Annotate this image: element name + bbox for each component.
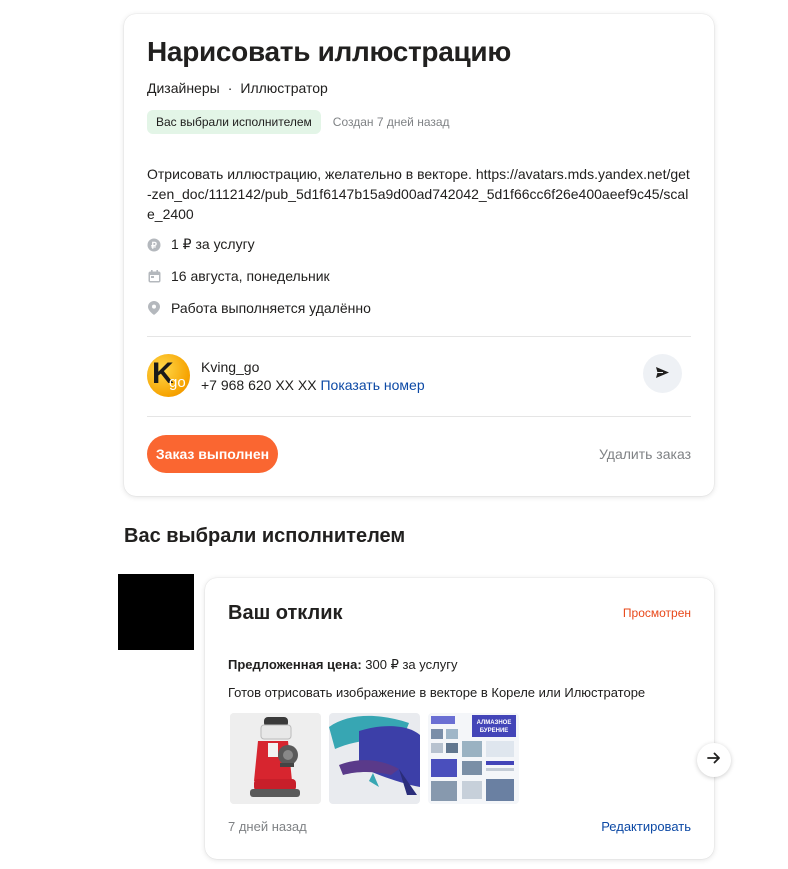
reply-price-value: 300 ₽ за услугу xyxy=(361,657,458,672)
reply-price: Предложенная цена: 300 ₽ за услугу xyxy=(228,657,457,673)
order-title: Нарисовать иллюстрацию xyxy=(147,36,511,67)
order-categories: Дизайнеры · Иллюстратор xyxy=(147,80,328,96)
redacted-image xyxy=(118,574,194,650)
reply-price-label: Предложенная цена: xyxy=(228,657,362,672)
order-done-button[interactable]: Заказ выполнен xyxy=(147,435,278,473)
category-separator: · xyxy=(227,80,233,96)
portfolio-thumb-3[interactable]: АЛМАЗНОЕ БУРЕНИЕ xyxy=(428,713,519,804)
avatar-small-text: go xyxy=(169,374,186,391)
created-date: Создан 7 дней назад xyxy=(332,115,450,129)
price-row: ₽ 1 ₽ за услугу xyxy=(147,236,255,253)
customer-phone: +7 968 620 XX XX xyxy=(201,377,317,393)
portfolio-thumb-2[interactable] xyxy=(329,713,420,804)
date-text: 16 августа, понедельник xyxy=(171,268,330,284)
category-designers[interactable]: Дизайнеры xyxy=(147,80,220,96)
ruble-icon: ₽ xyxy=(147,238,161,252)
reply-card: Ваш отклик Просмотрен Предложенная цена:… xyxy=(205,578,714,859)
section-title: Вас выбрали исполнителем xyxy=(124,525,406,547)
order-meta: Вас выбрали исполнителем Создан 7 дней н… xyxy=(147,110,450,134)
svg-text:АЛМАЗНОЕ: АЛМАЗНОЕ xyxy=(477,720,512,726)
thumbs-next-button[interactable] xyxy=(697,743,731,777)
delete-order-link[interactable]: Удалить заказ xyxy=(599,446,691,462)
divider-bottom xyxy=(147,416,691,417)
customer-phone-row: +7 968 620 XX XX Показать номер xyxy=(201,377,425,393)
customer-avatar[interactable]: K go xyxy=(147,354,190,397)
date-row: 16 августа, понедельник xyxy=(147,268,330,284)
send-message-button[interactable] xyxy=(643,354,682,393)
location-pin-icon xyxy=(147,301,161,315)
order-card: Нарисовать иллюстрацию Дизайнеры · Иллюс… xyxy=(124,14,714,496)
location-text: Работа выполняется удалённо xyxy=(171,300,371,316)
price-text: 1 ₽ за услугу xyxy=(171,236,255,252)
edit-reply-link[interactable]: Редактировать xyxy=(601,819,691,834)
customer-name[interactable]: Kving_go xyxy=(201,359,259,375)
category-illustrator[interactable]: Иллюстратор xyxy=(240,80,327,96)
reply-text: Готов отрисовать изображение в векторе в… xyxy=(228,685,646,700)
svg-text:₽: ₽ xyxy=(151,240,157,250)
portfolio-thumb-1[interactable] xyxy=(230,713,321,804)
order-description: Отрисовать иллюстрацию, желательно в век… xyxy=(147,166,690,222)
calendar-icon xyxy=(147,269,161,283)
reply-status: Просмотрен xyxy=(622,606,691,620)
selected-badge: Вас выбрали исполнителем xyxy=(147,110,321,134)
svg-text:БУРЕНИЕ: БУРЕНИЕ xyxy=(480,728,509,734)
location-row: Работа выполняется удалённо xyxy=(147,300,371,316)
arrow-right-icon xyxy=(707,751,721,769)
reply-title: Ваш отклик xyxy=(228,602,343,624)
show-number-link[interactable]: Показать номер xyxy=(320,377,424,393)
reply-time: 7 дней назад xyxy=(228,819,307,834)
send-icon xyxy=(656,365,669,383)
divider-top xyxy=(147,336,691,337)
